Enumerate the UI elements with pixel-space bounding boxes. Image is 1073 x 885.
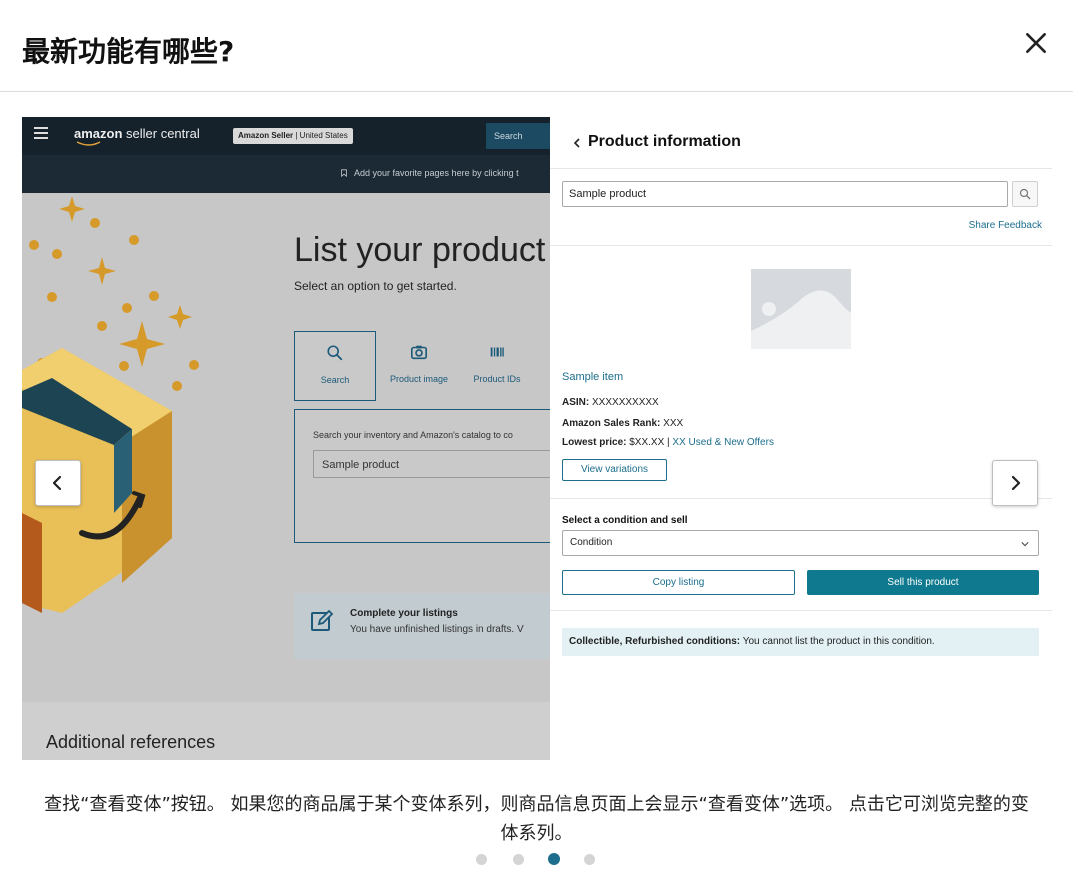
image-placeholder-icon [751, 269, 851, 349]
condition-select: Condition [562, 530, 1039, 556]
previous-slide-button[interactable] [35, 460, 81, 506]
pagination-dot-1[interactable] [476, 854, 487, 865]
sell-this-product-button: Sell this product [807, 570, 1039, 595]
whats-new-modal: 最新功能有哪些? amazon seller central Amazon Se… [0, 0, 1073, 885]
chevron-right-icon [1011, 475, 1021, 491]
close-icon [1026, 33, 1046, 53]
chevron-left-icon [52, 475, 62, 491]
next-slide-button[interactable] [992, 460, 1038, 506]
divider [550, 610, 1052, 611]
tab-product-ids: Product IDs [456, 331, 538, 401]
barcode-icon [490, 347, 504, 357]
slide-caption: 查找“查看变体”按钮。 如果您的商品属于某个变体系列，则商品信息页面上会显示“查… [44, 794, 1029, 844]
list-product-subtitle: Select an option to get started. [294, 279, 457, 293]
pagination-dot-3[interactable] [548, 853, 560, 865]
catalog-search-input: Sample product [313, 450, 550, 478]
product-search-input: Sample product [562, 181, 1008, 207]
modal-title: 最新功能有哪些? [22, 35, 235, 68]
search-icon [1019, 188, 1031, 200]
asin-line: ASIN: XXXXXXXXXX [562, 397, 659, 408]
panel-title: Product information [588, 133, 741, 150]
pagination-dot-2[interactable] [513, 854, 524, 865]
product-search-button [1012, 181, 1038, 207]
edit-icon [311, 609, 334, 631]
slide-pagination [476, 853, 606, 867]
item-name-link: Sample item [562, 371, 624, 383]
seller-central-background: amazon seller central Amazon Seller | Un… [22, 117, 550, 760]
copy-listing-button: Copy listing [562, 570, 795, 595]
divider [550, 245, 1052, 246]
catalog-search-panel: Search your inventory and Amazon's catal… [294, 409, 550, 543]
close-button[interactable] [1023, 30, 1049, 56]
package-illustration [22, 196, 199, 613]
hamburger-menu-icon [34, 127, 48, 141]
chevron-left-icon [573, 138, 580, 148]
lowest-price-line: Lowest price: $XX.XX | XX Used & New Off… [562, 437, 774, 448]
tab-product-image: Product image [378, 331, 460, 401]
catalog-search-hint: Search your inventory and Amazon's catal… [313, 430, 513, 440]
list-product-heading: List your product [294, 231, 546, 269]
view-variations-button: View variations [562, 459, 667, 481]
account-switcher: Amazon Seller | United States [233, 128, 353, 144]
amazon-smile-icon [76, 141, 101, 146]
pagination-dot-4[interactable] [584, 854, 595, 865]
tab-label: Search [320, 375, 350, 385]
top-search-box: Search [486, 123, 550, 149]
complete-listings-title: Complete your listings [350, 608, 458, 619]
seller-central-logo: amazon seller central [74, 126, 200, 141]
share-feedback-link: Share Feedback [968, 220, 1042, 231]
tab-label: Product IDs [473, 374, 521, 384]
favorites-hint: Add your favorite pages here by clicking… [340, 168, 519, 178]
divider [550, 498, 1052, 499]
favorites-bar: Add your favorite pages here by clicking… [22, 155, 550, 193]
additional-references-heading: Additional references [46, 732, 216, 752]
tab-label: Product image [389, 374, 449, 384]
complete-listings-card: Complete your listings You have unfinish… [294, 593, 550, 659]
condition-notice: Collectible, Refurbished conditions: You… [562, 628, 1039, 656]
modal-header: 最新功能有哪些? [0, 0, 1073, 92]
seller-central-topbar: amazon seller central Amazon Seller | Un… [22, 117, 550, 155]
product-information-panel: Product information Sample product Share… [550, 117, 1052, 760]
sales-rank-line: Amazon Sales Rank: XXX [562, 418, 684, 429]
chevron-down-icon [1021, 542, 1029, 547]
condition-label: Select a condition and sell [562, 515, 688, 526]
offers-link: XX Used & New Offers [672, 437, 774, 448]
product-image-placeholder [751, 269, 851, 349]
feature-screenshot: amazon seller central Amazon Seller | Un… [22, 117, 1052, 760]
bookmark-icon [341, 169, 347, 178]
tab-search: Search [294, 331, 376, 401]
search-icon [327, 345, 343, 361]
panel-header: Product information [550, 117, 1052, 169]
camera-icon [410, 345, 428, 360]
complete-listings-text: You have unfinished listings in drafts. … [350, 624, 524, 635]
